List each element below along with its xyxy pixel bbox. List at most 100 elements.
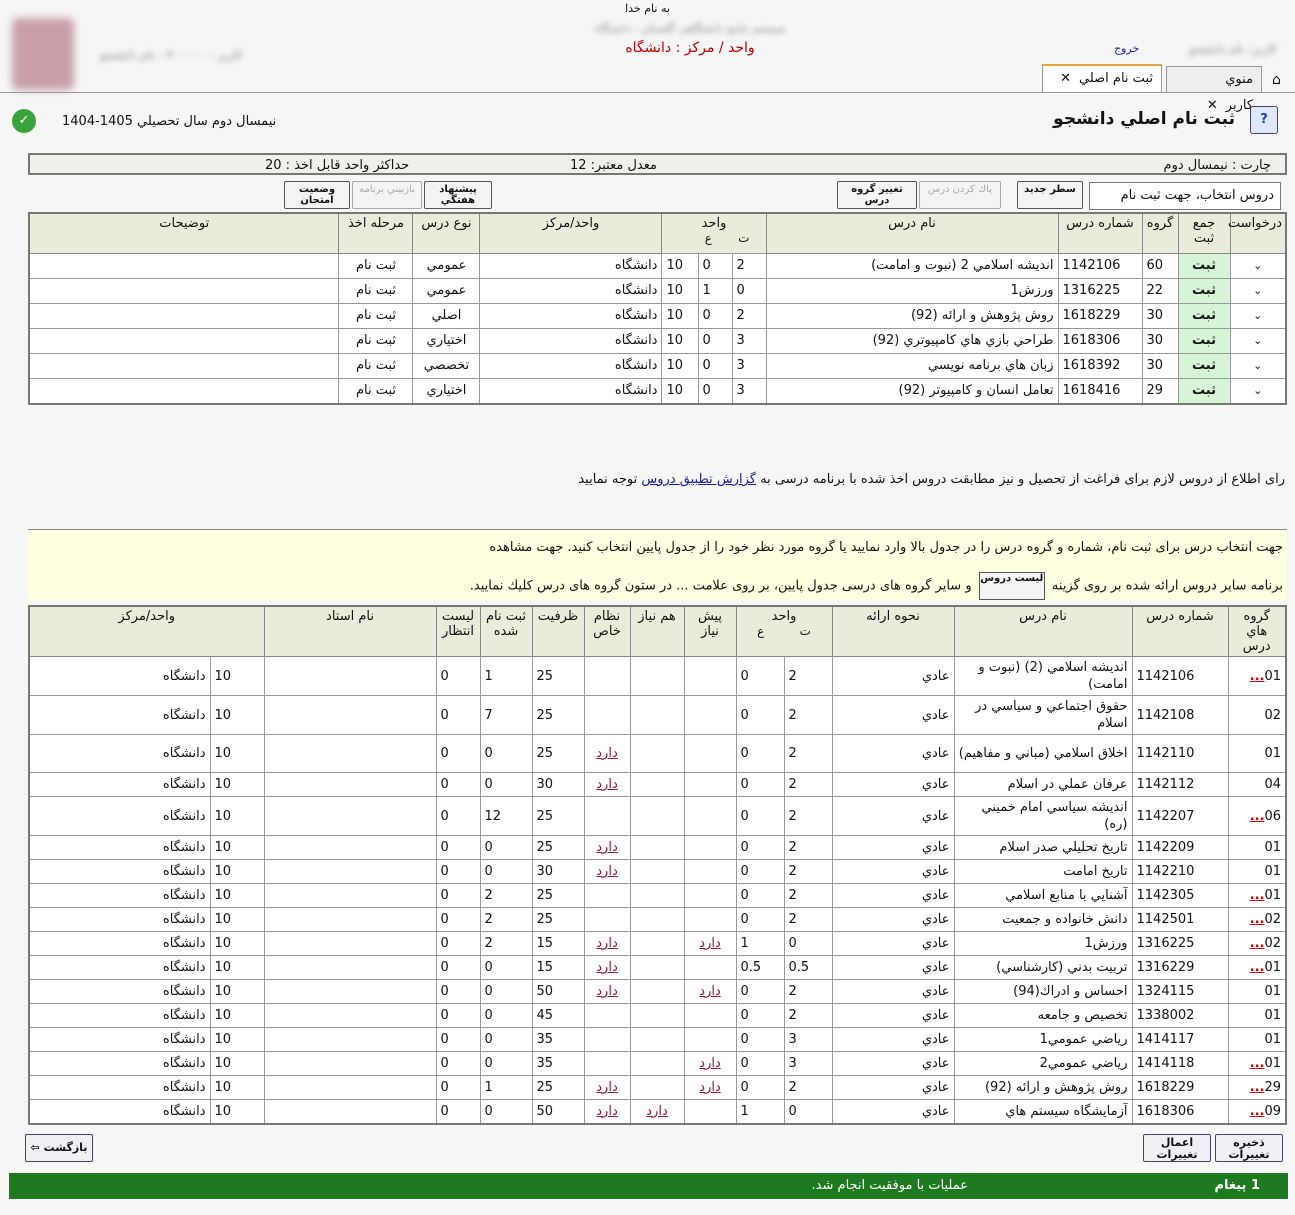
save-changes-button[interactable]: ذخيره تغييرات	[1215, 1134, 1283, 1162]
group-number[interactable]: 01	[1264, 1032, 1281, 1047]
group-cell[interactable]: 30	[1141, 352, 1179, 379]
sp-link[interactable]: دارد	[596, 840, 617, 855]
group-number[interactable]: 04	[1264, 777, 1281, 792]
group-number[interactable]: 02	[1264, 936, 1281, 951]
group-cell[interactable]: 01	[1227, 734, 1287, 773]
more-groups-link[interactable]: ...	[1250, 1080, 1265, 1095]
sp-link[interactable]: دارد	[596, 777, 617, 792]
table-row[interactable]: ⌄ ثبت 29 1618416 تعامل انسان و كامپيوتر (92)…	[28, 377, 1287, 404]
group-number[interactable]: 01	[1264, 984, 1281, 999]
group-cell[interactable]: 01...	[1227, 883, 1287, 908]
group-cell[interactable]: 01	[1227, 859, 1287, 884]
group-number[interactable]: 29	[1264, 1080, 1281, 1095]
course-no-cell[interactable]: 1142209	[1131, 835, 1229, 860]
chevron-down-icon[interactable]: ⌄	[1229, 252, 1287, 279]
table-row[interactable]: 01 1142209 تاريخ تحليلي صدر اسلام عادي 2 0 دار…	[28, 835, 1287, 860]
apply-changes-button[interactable]: اعمال تغييرات	[1143, 1134, 1211, 1162]
change-group-button[interactable]: تغيير گروه درس	[837, 181, 917, 209]
table-row[interactable]: 01... 1414118 رياضي عمومي2 عادي 3 0 دارد 35 0 0 10…	[28, 1051, 1287, 1076]
new-row-button[interactable]: سطر جديد	[1017, 181, 1083, 209]
help-icon[interactable]: ?	[1250, 106, 1278, 134]
close-icon[interactable]: ✕	[1060, 71, 1071, 86]
group-number[interactable]: 06	[1264, 809, 1281, 824]
group-number[interactable]: 01	[1264, 864, 1281, 879]
table-row[interactable]: ⌄ ثبت 30 1618229 روش پژوهش و ارائه (92) 2 0 10 د…	[28, 302, 1287, 329]
group-cell[interactable]: 01...	[1227, 1051, 1287, 1076]
group-number[interactable]: 01	[1264, 960, 1281, 975]
table-row[interactable]: 01 1324115 احساس و ادراك(94) عادي 2 0 دارد دارد…	[28, 979, 1287, 1004]
group-number[interactable]: 01	[1264, 669, 1281, 684]
sp-link[interactable]: دارد	[596, 1104, 617, 1119]
table-row[interactable]: 02... 1142501 دانش خانواده و جمعيت عادي 2 0 25…	[28, 907, 1287, 932]
table-row[interactable]: 01 1338002 تخصيص و جامعه عادي 2 0 45 0 0 10 دانشگا…	[28, 1003, 1287, 1028]
weekly-suggestion-button[interactable]: پيشنهاد هفتگي	[424, 181, 492, 209]
table-row[interactable]: ⌄ ثبت 30 1618392 زبان هاي برنامه نويسي 3 0 10 دا…	[28, 352, 1287, 379]
group-cell[interactable]: 29...	[1227, 1075, 1287, 1100]
table-row[interactable]: ⌄ ثبت 30 1618306 طراحي بازي هاي كامپيوتري (9…	[28, 327, 1287, 354]
table-row[interactable]: 01... 1142305 آشنايي با منابع اسلامي عادي 2 0…	[28, 883, 1287, 908]
table-row[interactable]: 01 1142110 اخلاق اسلامي (مباني و مفاهيم) عا…	[28, 734, 1287, 773]
pre-link[interactable]: دارد	[699, 1056, 720, 1071]
chevron-down-icon[interactable]: ⌄	[1229, 352, 1287, 379]
group-cell[interactable]: 02...	[1227, 931, 1287, 956]
table-row[interactable]: 01... 1316229 تربيت بدني (كارشناسي) عادي 0.5…	[28, 955, 1287, 980]
group-cell[interactable]: 29	[1141, 377, 1179, 404]
table-row[interactable]: 29... 1618229 روش پژوهش و ارائه (92) عادي 2 0…	[28, 1075, 1287, 1100]
group-number[interactable]: 02	[1264, 912, 1281, 927]
group-cell[interactable]: 09...	[1227, 1099, 1287, 1124]
pre-link[interactable]: دارد	[699, 984, 720, 999]
group-cell[interactable]: 02...	[1227, 907, 1287, 932]
course-no-cell[interactable]: 1618229	[1131, 1075, 1229, 1100]
table-row[interactable]: 01 1414117 رياضي عمومي1 عادي 3 0 35 0 0 10 دانشگاه	[28, 1027, 1287, 1052]
course-no-cell[interactable]: 1324115	[1131, 979, 1229, 1004]
logout-link[interactable]: خروج	[1114, 42, 1139, 55]
group-cell[interactable]: 30	[1141, 302, 1179, 329]
chevron-down-icon[interactable]: ⌄	[1229, 327, 1287, 354]
course-no-cell[interactable]: 1142210	[1131, 859, 1229, 884]
table-row[interactable]: 09... 1618306 آزمايشگاه سيستم هاي عادي 0 1 دار…	[28, 1099, 1287, 1124]
course-no-cell[interactable]: 1142112	[1131, 772, 1229, 797]
course-no-cell[interactable]: 1618306	[1131, 1099, 1229, 1124]
group-number[interactable]: 02	[1264, 708, 1281, 723]
pre-link[interactable]: دارد	[699, 936, 720, 951]
more-groups-link[interactable]: ...	[1250, 1104, 1265, 1119]
table-row[interactable]: 01 1142210 تاريخ امامت عادي 2 0 دارد 30 0 0 10 دانش…	[28, 859, 1287, 884]
group-number[interactable]: 01	[1264, 1056, 1281, 1071]
group-cell[interactable]: 01...	[1227, 955, 1287, 980]
sp-link[interactable]: دارد	[596, 936, 617, 951]
table-row[interactable]: ⌄ ثبت 60 1142106 انديشه اسلامي 2 (نبوت و اما…	[28, 252, 1287, 279]
sp-link[interactable]: دارد	[596, 746, 617, 761]
co-link[interactable]: دارد	[646, 1104, 667, 1119]
sp-link[interactable]: دارد	[596, 1080, 617, 1095]
table-row[interactable]: 02... 1316225 ورزش1 عادي 0 1 دارد دارد 15 2 0 10 دان…	[28, 931, 1287, 956]
group-cell[interactable]: 02	[1227, 695, 1287, 735]
selection-dropdown[interactable]: دروس انتخاب، جهت ثبت نام	[1089, 182, 1281, 210]
table-row[interactable]: 01... 1142106 انديشه اسلامي (2) (نبوت و ام…	[28, 656, 1287, 696]
more-groups-link[interactable]: ...	[1250, 936, 1265, 951]
group-cell[interactable]: 01	[1227, 835, 1287, 860]
course-no-cell[interactable]: 1142207	[1131, 796, 1229, 836]
group-cell[interactable]: 06...	[1227, 796, 1287, 836]
more-groups-link[interactable]: ...	[1250, 809, 1265, 824]
group-number[interactable]: 01	[1264, 746, 1281, 761]
table-row[interactable]: 04 1142112 عرفان عملي در اسلام عادي 2 0 دارد 30…	[28, 772, 1287, 797]
more-groups-link[interactable]: ...	[1250, 888, 1265, 903]
remove-course-button[interactable]: پاك كردن درس	[919, 181, 1001, 209]
course-no-cell[interactable]: 1618306	[1057, 327, 1143, 354]
course-no-cell[interactable]: 1316229	[1131, 955, 1229, 980]
review-program-button[interactable]: بازبيني برنامه	[352, 181, 422, 209]
more-groups-link[interactable]: ...	[1250, 669, 1265, 684]
course-no-cell[interactable]: 1142106	[1131, 656, 1229, 696]
more-groups-link[interactable]: ...	[1250, 912, 1265, 927]
pre-link[interactable]: دارد	[699, 1080, 720, 1095]
message-count[interactable]: 1 پيغام	[1214, 1173, 1260, 1199]
group-number[interactable]: 09	[1264, 1104, 1281, 1119]
group-cell[interactable]: 01	[1227, 1027, 1287, 1052]
sp-link[interactable]: دارد	[596, 864, 617, 879]
chevron-down-icon[interactable]: ⌄	[1229, 377, 1287, 404]
course-no-cell[interactable]: 1618229	[1057, 302, 1143, 329]
table-row[interactable]: ⌄ ثبت 22 1316225 ورزش1 0 1 10 دانشگاه عمومي ثبت نا…	[28, 277, 1287, 304]
course-match-report-link[interactable]: گزارش تطبيق دروس	[641, 472, 756, 487]
course-no-cell[interactable]: 1618416	[1057, 377, 1143, 404]
course-no-cell[interactable]: 1316225	[1057, 277, 1143, 304]
